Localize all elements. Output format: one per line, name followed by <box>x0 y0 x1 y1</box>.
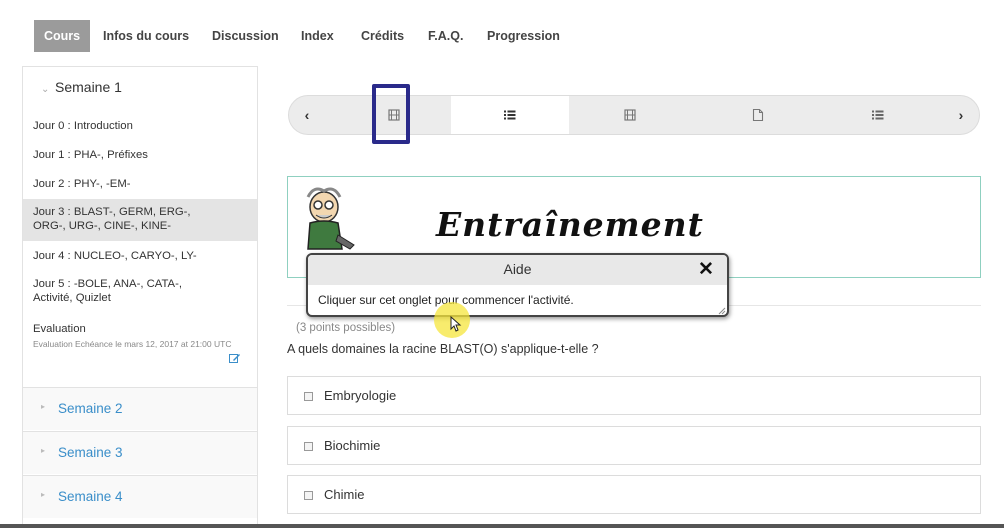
points-possible: (3 points possibles) <box>296 322 396 334</box>
answer-label-3: Chimie <box>324 487 365 502</box>
question-text: A quels domaines la racine BLAST(O) s'ap… <box>287 342 599 356</box>
tab-infos-du-cours[interactable]: Infos du cours <box>103 20 189 52</box>
checkbox[interactable] <box>304 392 313 401</box>
course-outline-sidebar: ⌄ Semaine 1 Jour 0 : Introduction Jour 1 … <box>22 66 258 528</box>
sidebar-item-evaluation[interactable]: Evaluation <box>33 323 86 335</box>
video-icon <box>624 109 636 121</box>
week-section-4[interactable]: ▸ Semaine 4 <box>23 475 257 518</box>
evaluation-due-date: Evaluation Echéance le mars 12, 2017 at … <box>33 339 232 349</box>
sequence-prev-button[interactable]: ‹ <box>289 96 325 134</box>
week-section-3[interactable]: ▸ Semaine 3 <box>23 431 257 474</box>
list-icon <box>504 110 516 120</box>
caret-right-icon: ▸ <box>41 446 46 455</box>
week-title-3: Semaine 3 <box>58 445 123 460</box>
tab-cours[interactable]: Cours <box>34 20 91 52</box>
sidebar-item-jour-2[interactable]: Jour 2 : PHY-, -EM- <box>23 177 257 191</box>
close-icon[interactable]: ✕ <box>698 258 714 281</box>
tab-progression[interactable]: Progression <box>487 20 560 52</box>
list-icon <box>872 110 884 120</box>
week-section-2[interactable]: ▸ Semaine 2 <box>23 387 257 430</box>
sequence-next-button[interactable]: › <box>943 96 979 134</box>
checkbox[interactable] <box>304 491 313 500</box>
week-section-open: ⌄ Semaine 1 Jour 0 : Introduction Jour 1 … <box>23 67 257 387</box>
tab-credits[interactable]: Crédits <box>361 20 404 52</box>
highlight-frame <box>372 84 410 144</box>
resize-handle-icon[interactable] <box>718 307 726 315</box>
caret-right-icon: ▸ <box>41 490 46 499</box>
mouse-pointer-icon <box>450 316 462 332</box>
course-tabs: Cours Infos du cours Discussion Index Cr… <box>0 0 1004 64</box>
sequence-tab-4[interactable] <box>713 96 803 134</box>
tab-discussion[interactable]: Discussion <box>212 20 279 52</box>
tab-index[interactable]: Index <box>301 20 334 52</box>
help-tooltip: Aide ✕ Cliquer sur cet onglet pour comme… <box>306 253 729 317</box>
sidebar-item-jour-0[interactable]: Jour 0 : Introduction <box>23 119 257 133</box>
edit-icon <box>229 354 240 363</box>
sidebar-item-jour-1[interactable]: Jour 1 : PHA-, Préfixes <box>23 148 257 162</box>
sidebar-item-jour-4[interactable]: Jour 4 : NUCLEO-, CARYO-, LY- <box>23 249 257 263</box>
answer-option-1[interactable]: Embryologie <box>287 376 981 415</box>
week-title-2: Semaine 2 <box>58 401 123 416</box>
week-header[interactable]: ⌄ Semaine 1 <box>41 79 122 95</box>
checkbox[interactable] <box>304 442 313 451</box>
week-title-4: Semaine 4 <box>58 489 123 504</box>
week-title: Semaine 1 <box>55 79 122 95</box>
sidebar-item-jour-5[interactable]: Jour 5 : -BOLE, ANA-, CATA-, Activité, Q… <box>23 277 257 305</box>
bottom-border <box>0 524 1004 528</box>
sequence-tab-5[interactable] <box>833 96 923 134</box>
answer-label-2: Biochimie <box>324 438 381 453</box>
answer-option-3[interactable]: Chimie <box>287 475 981 514</box>
answer-option-2[interactable]: Biochimie <box>287 426 981 465</box>
document-icon <box>752 108 764 122</box>
sequence-tab-3[interactable] <box>585 96 675 134</box>
unit-title: Entraînement <box>436 205 704 244</box>
professor-illustration <box>306 187 355 250</box>
caret-right-icon: ▸ <box>41 402 46 411</box>
sequence-tab-2[interactable] <box>451 96 569 134</box>
sidebar-item-jour-3[interactable]: Jour 3 : BLAST-, GERM, ERG-, ORG-, URG-,… <box>23 199 257 241</box>
tooltip-title: Aide <box>503 261 532 277</box>
answer-label-1: Embryologie <box>324 388 397 403</box>
caret-down-icon: ⌄ <box>41 84 50 95</box>
tab-faq[interactable]: F.A.Q. <box>428 20 463 52</box>
